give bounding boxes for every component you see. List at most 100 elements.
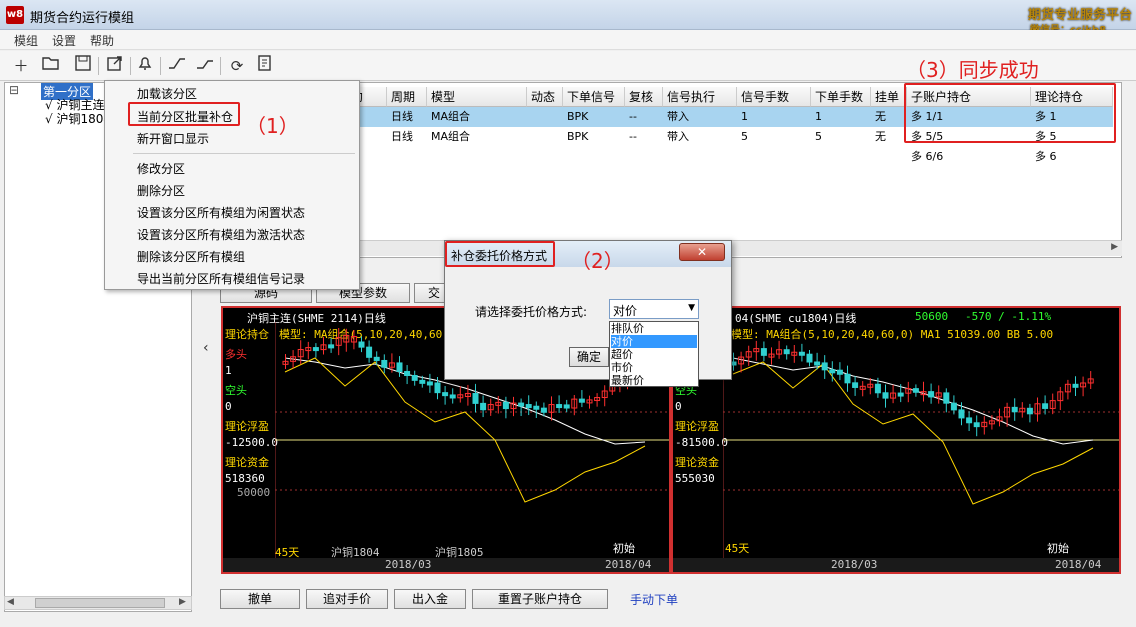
candle-body — [525, 404, 532, 409]
funds-button[interactable]: 出入金 — [394, 589, 466, 609]
candle-body — [578, 398, 585, 403]
side-label: 空头 — [225, 384, 247, 397]
collapse-left-icon[interactable]: ‹ — [203, 340, 209, 356]
ok-button[interactable]: 确定 — [569, 347, 609, 367]
table-cell: MA组合 — [431, 110, 471, 123]
option-latest[interactable]: 最新价 — [611, 374, 697, 387]
side-label: 理论浮盈 — [675, 420, 719, 433]
candle-body — [442, 392, 449, 397]
manual-order-link[interactable]: 手动下单 — [630, 591, 678, 608]
select-value: 对价 — [613, 304, 638, 318]
initial-label: 初始 — [1047, 542, 1069, 555]
cancel-order-button[interactable]: 撤单 — [220, 589, 300, 609]
table-cell: 带入 — [667, 110, 689, 123]
side-label: -12500.0 — [225, 436, 278, 449]
candle-body — [404, 370, 411, 377]
tree-expander-icon[interactable]: ⊟ — [9, 83, 19, 97]
candle-body — [783, 349, 790, 355]
annotation-1: （1） — [246, 114, 299, 138]
side-label: 多头 — [225, 348, 247, 361]
col-header[interactable]: 动态 — [527, 87, 563, 107]
side-label: 理论资金 — [675, 456, 719, 469]
menu-item-load-partition[interactable]: 加载该分区 — [137, 85, 197, 102]
line-down-icon[interactable] — [194, 55, 216, 77]
table-cell: -- — [629, 130, 637, 143]
table-cell: BPK — [567, 110, 589, 123]
table-cell: 5 — [741, 130, 748, 143]
candle-body — [540, 407, 547, 413]
open-icon[interactable] — [40, 55, 62, 77]
table-cell: 1 — [741, 110, 748, 123]
menu-separator — [133, 153, 355, 154]
toolbar-separator — [220, 57, 221, 75]
candle-body — [396, 362, 403, 372]
table-cell: 5 — [815, 130, 822, 143]
line-up-icon[interactable] — [166, 55, 188, 77]
menu-item-edit-partition[interactable]: 修改分区 — [137, 160, 185, 177]
scroll-thumb[interactable] — [35, 598, 165, 608]
toolbar-separator — [130, 57, 131, 75]
table-cell: 1 — [815, 110, 822, 123]
report-icon[interactable] — [254, 55, 276, 77]
close-icon[interactable]: ✕ — [679, 243, 725, 261]
menu-item-export-signals[interactable]: 导出当前分区所有模组信号记录 — [137, 270, 305, 287]
candle-body — [426, 381, 433, 386]
candle-body — [821, 362, 828, 371]
menu-item-delete-all-modules[interactable]: 删除该分区所有模组 — [137, 248, 245, 265]
side-label: -81500.0 — [675, 436, 728, 449]
col-header[interactable]: 挂单 — [871, 87, 907, 107]
col-header[interactable]: 下单信号 — [563, 87, 625, 107]
col-header[interactable]: 信号执行 — [663, 87, 737, 107]
initial-label: 初始 — [613, 542, 635, 555]
candle-body — [798, 351, 805, 356]
col-header[interactable]: 信号手数 — [737, 87, 811, 107]
annotation-2: （2） — [571, 249, 624, 273]
price-mode-select[interactable]: 对价 ▼ — [609, 299, 699, 319]
scroll-left-icon[interactable]: ◀ — [7, 597, 14, 607]
tree-scrollbar[interactable]: ◀ ▶ — [4, 596, 192, 610]
menu-item-delete-partition[interactable]: 删除分区 — [137, 182, 185, 199]
export-icon[interactable] — [104, 55, 126, 77]
chase-price-button[interactable]: 追对手价 — [306, 589, 388, 609]
scroll-right-icon[interactable]: ▶ — [1111, 242, 1118, 252]
new-icon[interactable]: ＋ — [10, 55, 32, 77]
date-tick: 2018/04 — [1055, 558, 1102, 571]
candle-body — [973, 422, 980, 428]
save-icon[interactable] — [72, 55, 94, 77]
option-over[interactable]: 超价 — [611, 348, 697, 361]
menu-item-set-idle[interactable]: 设置该分区所有模组为闲置状态 — [137, 204, 305, 221]
candle-body — [829, 369, 836, 374]
candle-body — [373, 356, 380, 361]
col-header[interactable]: 下单手数 — [811, 87, 871, 107]
menu-item-new-window[interactable]: 新开窗口显示 — [137, 130, 209, 147]
menu-settings[interactable]: 设置 — [52, 32, 76, 49]
option-queue[interactable]: 排队价 — [611, 322, 697, 335]
candle-body — [381, 359, 388, 368]
menu-help[interactable]: 帮助 — [90, 32, 114, 49]
candle-body — [882, 392, 889, 399]
candle-body — [366, 346, 373, 358]
menu-module[interactable]: 模组 — [14, 32, 38, 49]
scroll-right-icon[interactable]: ▶ — [179, 597, 186, 607]
date-axis: 2018/03 2018/04 — [673, 558, 1119, 572]
reset-subaccount-button[interactable]: 重置子账户持仓 — [472, 589, 608, 609]
option-opposite[interactable]: 对价 — [611, 335, 697, 348]
candle-body — [1042, 403, 1049, 409]
menu-item-set-active[interactable]: 设置该分区所有模组为激活状态 — [137, 226, 305, 243]
candle-body — [411, 375, 418, 381]
refresh-icon[interactable]: ⟳ — [226, 55, 248, 77]
col-header[interactable]: 模型 — [427, 87, 527, 107]
candle-body — [966, 417, 973, 424]
side-label: 理论持仓 — [225, 328, 269, 341]
bottom-toolbar: 撤单 追对手价 出入金 重置子账户持仓 手动下单 — [196, 586, 1122, 612]
bell-icon[interactable] — [134, 55, 156, 77]
table-cell: MA组合 — [431, 130, 471, 143]
candle-body — [419, 379, 426, 384]
col-header[interactable]: 周期 — [387, 87, 427, 107]
col-header[interactable]: 复核 — [625, 87, 663, 107]
chevron-down-icon[interactable]: ▼ — [688, 303, 695, 313]
option-market[interactable]: 市价 — [611, 361, 697, 374]
tree-item-cu1804[interactable]: √ 沪铜1804 — [45, 110, 111, 127]
date-axis: 2018/03 2018/04 — [223, 558, 669, 572]
candle-body — [852, 382, 859, 388]
